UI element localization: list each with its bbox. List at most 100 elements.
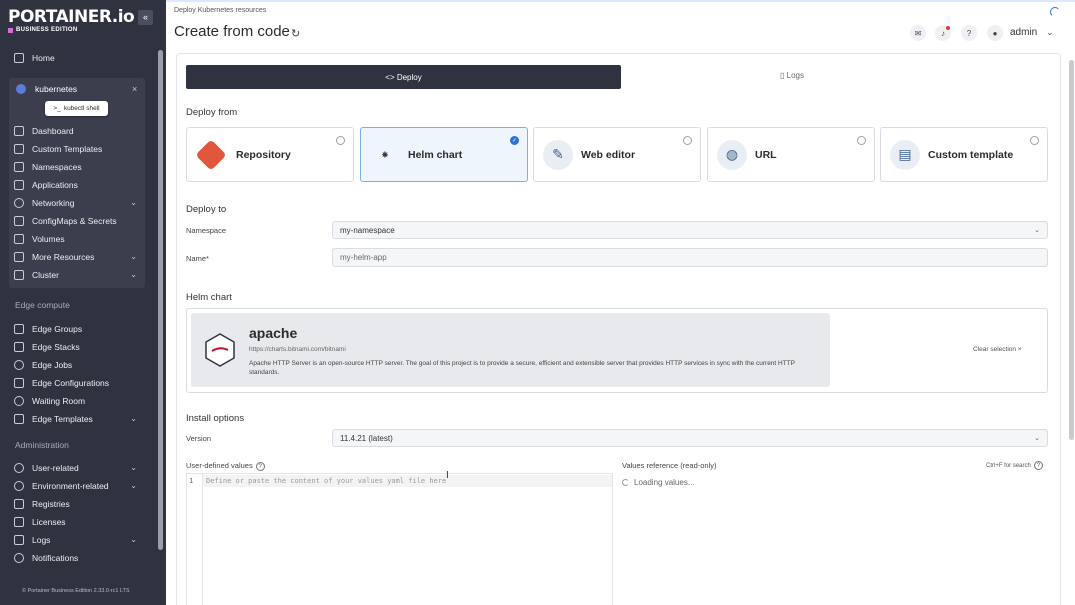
chevron-down-icon: ⌄ bbox=[130, 535, 137, 544]
sidebar-item-notifications[interactable]: Notifications bbox=[14, 550, 139, 566]
option-url[interactable]: ◍ URL bbox=[707, 127, 875, 182]
home-icon bbox=[14, 53, 24, 63]
sidebar-item-label: Networking bbox=[32, 198, 75, 208]
sidebar-item-label: Waiting Room bbox=[32, 396, 86, 406]
radio-button[interactable] bbox=[336, 136, 345, 145]
refresh-icon[interactable]: ↻ bbox=[291, 27, 300, 40]
help-icon[interactable]: ? bbox=[961, 25, 977, 41]
feedback-icon[interactable]: ✉ bbox=[910, 25, 926, 41]
values-editor[interactable] bbox=[186, 473, 613, 605]
option-helm-chart[interactable]: ⎈ Helm chart ✓ bbox=[360, 127, 528, 182]
help-icon[interactable]: ? bbox=[255, 461, 265, 471]
sidebar-item-applications[interactable]: Applications bbox=[14, 177, 139, 193]
user-menu-name[interactable]: admin bbox=[1010, 27, 1037, 38]
sidebar-item-edge-configurations[interactable]: Edge Configurations bbox=[14, 375, 139, 391]
tab-logs[interactable]: ▯ Logs bbox=[780, 71, 804, 80]
radio-button[interactable] bbox=[857, 136, 866, 145]
radio-button[interactable] bbox=[683, 136, 692, 145]
sidebar-item-cluster[interactable]: Cluster ⌄ bbox=[14, 267, 139, 283]
sidebar-item-logs[interactable]: Logs ⌄ bbox=[14, 532, 139, 548]
registry-icon bbox=[14, 499, 24, 509]
chevron-down-icon: ⌄ bbox=[130, 270, 137, 279]
sidebar-item-waiting-room[interactable]: Waiting Room bbox=[14, 393, 139, 409]
collapse-sidebar-button[interactable]: « bbox=[138, 10, 153, 25]
loading-spinner-icon bbox=[622, 479, 629, 486]
server-icon bbox=[14, 270, 24, 280]
option-repository[interactable]: Repository bbox=[186, 127, 354, 182]
sidebar-item-edge-jobs[interactable]: Edge Jobs bbox=[14, 357, 139, 373]
kubectl-shell-button[interactable]: >_ kubectl shell bbox=[45, 101, 108, 116]
loading-values: Loading values... bbox=[622, 478, 695, 487]
environment-header[interactable]: kubernetes bbox=[16, 84, 77, 94]
network-icon bbox=[14, 198, 24, 208]
file-icon bbox=[14, 535, 24, 545]
page-title: Create from code bbox=[174, 23, 290, 40]
sidebar-item-custom-templates[interactable]: Custom Templates bbox=[14, 141, 139, 157]
line-number: 1 bbox=[189, 477, 194, 485]
main-scrollbar[interactable] bbox=[1069, 60, 1074, 440]
breadcrumb[interactable]: Deploy Kubernetes resources bbox=[174, 7, 266, 14]
user-defined-values-label: User-defined values? bbox=[186, 461, 265, 471]
clear-selection-button[interactable]: Clear selection × bbox=[973, 346, 1022, 353]
tab-deploy[interactable]: <> Deploy bbox=[186, 65, 621, 89]
radio-button[interactable] bbox=[1030, 136, 1039, 145]
key-icon bbox=[14, 517, 24, 527]
sidebar-item-label: More Resources bbox=[32, 252, 95, 262]
sidebar-item-label: Volumes bbox=[32, 234, 65, 244]
user-avatar-icon[interactable]: ● bbox=[987, 25, 1003, 41]
sidebar-item-label: Home bbox=[32, 53, 55, 63]
sidebar-item-configmaps-secrets[interactable]: ConfigMaps & Secrets bbox=[14, 213, 139, 229]
namespace-label: Namespace bbox=[186, 226, 227, 235]
sidebar-item-edge-stacks[interactable]: Edge Stacks bbox=[14, 339, 139, 355]
sidebar-scrollbar-thumb[interactable] bbox=[158, 50, 163, 550]
bell-icon bbox=[14, 553, 24, 563]
sidebar-item-volumes[interactable]: Volumes bbox=[14, 231, 139, 247]
values-label-text: User-defined values bbox=[186, 461, 253, 470]
database-icon bbox=[14, 234, 24, 244]
loading-spinner-icon bbox=[1050, 7, 1060, 17]
sidebar-item-label: Edge Stacks bbox=[32, 342, 80, 352]
sidebar-item-label: Edge Jobs bbox=[32, 360, 73, 370]
chevron-down-icon: ⌄ bbox=[130, 463, 137, 472]
sidebar-item-registries[interactable]: Registries bbox=[14, 496, 139, 512]
sidebar-item-home[interactable]: Home bbox=[14, 50, 139, 66]
sidebar-item-networking[interactable]: Networking ⌄ bbox=[14, 195, 139, 211]
name-input[interactable]: my-helm-app bbox=[332, 248, 1048, 267]
option-label: Helm chart bbox=[408, 148, 463, 161]
sidebar-item-dashboard[interactable]: Dashboard bbox=[14, 123, 139, 139]
option-label: Custom template bbox=[928, 148, 1014, 161]
sidebar-item-namespaces[interactable]: Namespaces bbox=[14, 159, 139, 175]
sidebar-item-edge-groups[interactable]: Edge Groups bbox=[14, 321, 139, 337]
sidebar-item-more-resources[interactable]: More Resources ⌄ bbox=[14, 249, 139, 265]
namespace-select[interactable]: my-namespace ⌄ bbox=[332, 221, 1048, 239]
chevron-down-icon: ⌄ bbox=[130, 198, 137, 207]
option-custom-template[interactable]: ▤ Custom template bbox=[880, 127, 1048, 182]
search-hint-text: Ctrl+F for search bbox=[986, 463, 1031, 470]
sidebar-item-licenses[interactable]: Licenses bbox=[14, 514, 139, 530]
help-icon[interactable]: ? bbox=[1033, 461, 1043, 470]
logo-subtitle-text: BUSINESS EDITION bbox=[16, 27, 78, 33]
chevron-down-icon: ⌄ bbox=[130, 414, 137, 423]
deploy-to-heading: Deploy to bbox=[186, 204, 227, 215]
sidebar-item-edge-templates[interactable]: Edge Templates ⌄ bbox=[14, 411, 139, 427]
file-text-icon: ▤ bbox=[890, 139, 920, 170]
chevron-down-icon: ⌄ bbox=[1034, 435, 1040, 442]
sidebar-item-label: Licenses bbox=[32, 517, 66, 527]
layers-icon bbox=[14, 162, 24, 172]
sidebar-item-label: Edge Configurations bbox=[32, 378, 110, 388]
chevron-down-icon[interactable]: ⌄ bbox=[1046, 27, 1054, 38]
close-environment-icon[interactable]: × bbox=[132, 84, 137, 94]
sidebar-item-environment-related[interactable]: Environment-related ⌄ bbox=[14, 478, 139, 494]
option-label: Web editor bbox=[581, 148, 636, 161]
version-select[interactable]: 11.4.21 (latest) ⌄ bbox=[332, 429, 1048, 447]
template-icon bbox=[14, 144, 24, 154]
radio-button-checked[interactable]: ✓ bbox=[510, 136, 519, 145]
option-web-editor[interactable]: ✎ Web editor bbox=[533, 127, 701, 182]
administration-heading: Administration bbox=[15, 440, 69, 450]
sidebar-item-label: ConfigMaps & Secrets bbox=[32, 216, 117, 226]
sidebar-item-label: Edge Templates bbox=[32, 414, 93, 424]
sidebar-item-label: Namespaces bbox=[32, 162, 82, 172]
sidebar-item-label: Custom Templates bbox=[32, 144, 103, 154]
portainer-logo[interactable]: PORTAINER.io BUSINESS EDITION bbox=[8, 8, 135, 33]
sidebar-item-user-related[interactable]: User-related ⌄ bbox=[14, 460, 139, 476]
